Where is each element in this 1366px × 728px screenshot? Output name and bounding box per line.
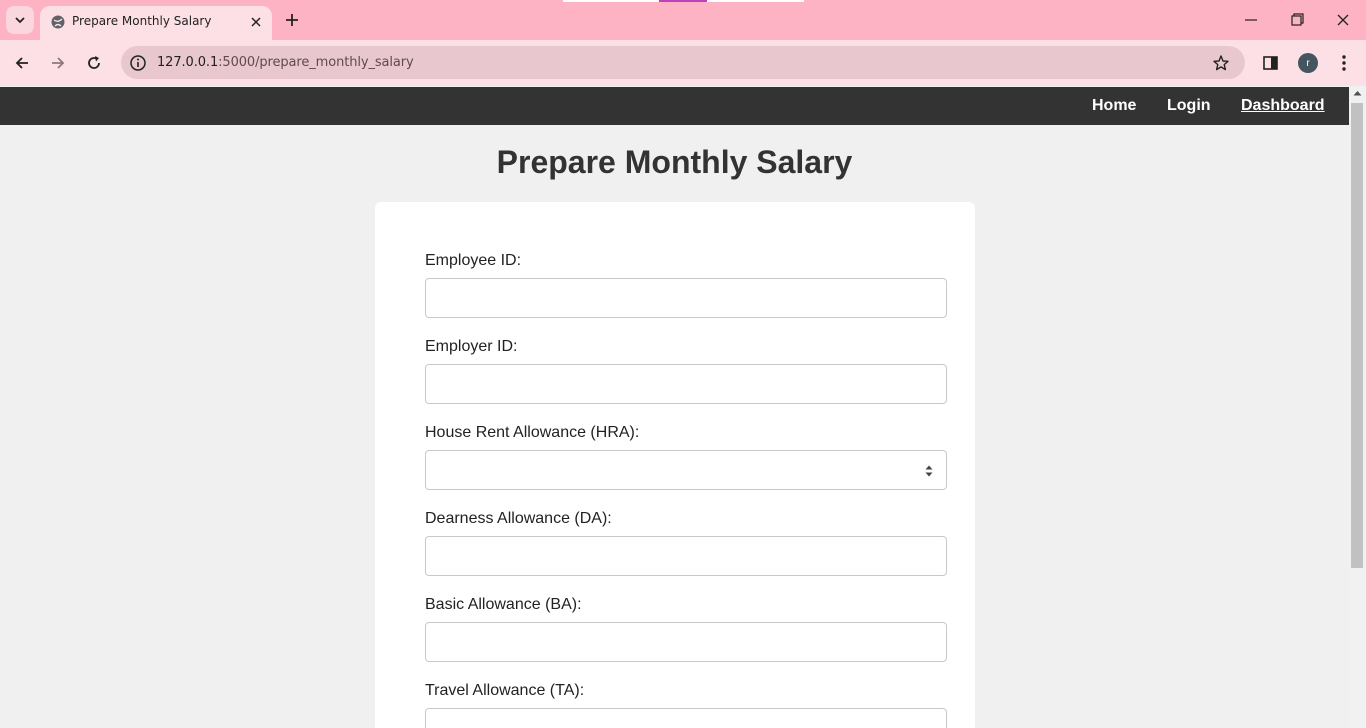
tab-strip-indicator-active — [659, 0, 707, 2]
close-window-icon[interactable] — [1334, 10, 1352, 30]
bookmark-star-icon[interactable] — [1212, 54, 1230, 72]
close-tab-icon[interactable] — [248, 14, 264, 30]
url-text: 127.0.0.1:5000/prepare_monthly_salary — [157, 55, 414, 70]
employee-id-input[interactable] — [425, 278, 947, 318]
avatar-initial: r — [1306, 57, 1310, 69]
employee-id-label: Employee ID: — [425, 252, 522, 269]
scroll-up-arrow-icon[interactable] — [1353, 90, 1362, 96]
forward-arrow-icon[interactable] — [48, 53, 68, 73]
nav-home-link[interactable]: Home — [1092, 97, 1136, 115]
kebab-menu-icon[interactable] — [1336, 53, 1352, 73]
url-path: :5000/prepare_monthly_salary — [218, 55, 414, 70]
site-navbar: Home Login Dashboard — [0, 87, 1349, 125]
page-viewport: Home Login Dashboard Prepare Monthly Sal… — [0, 86, 1366, 728]
ta-input[interactable] — [425, 708, 947, 728]
address-bar[interactable]: 127.0.0.1:5000/prepare_monthly_salary — [121, 46, 1245, 79]
minimize-icon[interactable] — [1242, 10, 1260, 30]
tab-search-button[interactable] — [6, 6, 34, 34]
hra-number-input[interactable] — [425, 450, 947, 490]
nav-login-link[interactable]: Login — [1167, 97, 1211, 115]
restore-icon[interactable] — [1288, 10, 1306, 30]
tab-active[interactable]: Prepare Monthly Salary — [40, 6, 272, 40]
tab-strip-indicator — [563, 0, 659, 2]
back-arrow-icon[interactable] — [12, 53, 32, 73]
browser-tab-bar: Prepare Monthly Salary — [0, 0, 1366, 40]
tab-strip-indicator — [707, 0, 804, 2]
page-scrollbar[interactable] — [1349, 86, 1366, 728]
ba-input[interactable] — [425, 622, 947, 662]
side-panel-icon[interactable] — [1262, 55, 1280, 71]
employer-id-input[interactable] — [425, 364, 947, 404]
page-title: Prepare Monthly Salary — [496, 144, 853, 180]
number-spinner-icon[interactable] — [924, 463, 934, 479]
hra-label: House Rent Allowance (HRA): — [425, 424, 640, 441]
da-input[interactable] — [425, 536, 947, 576]
tab-title: Prepare Monthly Salary — [72, 14, 212, 28]
scrollbar-thumb[interactable] — [1351, 103, 1363, 568]
salary-form-card: Employee ID: Employer ID: House Rent All… — [375, 202, 975, 728]
new-tab-icon[interactable] — [282, 10, 302, 30]
url-host: 127.0.0.1 — [157, 55, 219, 70]
ta-label: Travel Allowance (TA): — [425, 682, 585, 699]
site-info-icon[interactable] — [129, 54, 147, 72]
chevron-down-icon — [15, 17, 25, 24]
ba-label: Basic Allowance (BA): — [425, 596, 582, 613]
browser-toolbar: 127.0.0.1:5000/prepare_monthly_salary r — [0, 40, 1366, 86]
profile-avatar[interactable]: r — [1298, 53, 1318, 73]
globe-icon — [51, 15, 65, 29]
employer-id-label: Employer ID: — [425, 338, 518, 355]
nav-dashboard-link[interactable]: Dashboard — [1241, 97, 1325, 115]
da-label: Dearness Allowance (DA): — [425, 510, 612, 527]
reload-icon[interactable] — [84, 53, 104, 73]
